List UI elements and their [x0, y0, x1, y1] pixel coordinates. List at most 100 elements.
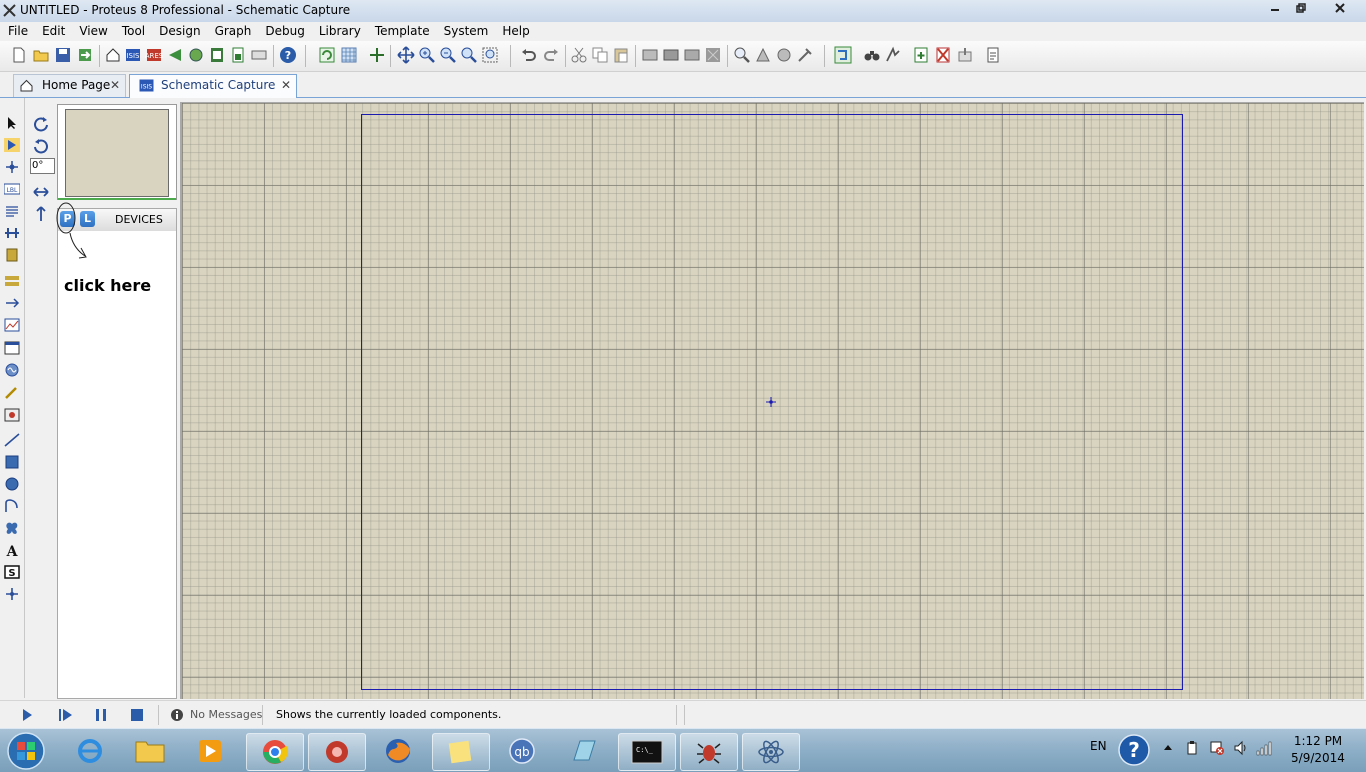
- graph-mode-icon[interactable]: [4, 318, 20, 332]
- close-tab-icon[interactable]: ✕: [110, 75, 120, 96]
- bill-of-materials-icon[interactable]: [208, 46, 226, 64]
- mirror-horizontal-icon[interactable]: [33, 186, 49, 198]
- taskbar-media-player[interactable]: [182, 733, 238, 769]
- gerber-viewer-icon[interactable]: [166, 46, 184, 64]
- block-move-icon[interactable]: [662, 46, 680, 64]
- signal-strength-icon[interactable]: [1256, 740, 1272, 756]
- marker-tool-icon[interactable]: [4, 587, 20, 601]
- menu-debug[interactable]: Debug: [257, 22, 310, 38]
- new-file-icon[interactable]: [10, 46, 28, 64]
- taskbar-internet-explorer[interactable]: [62, 733, 118, 769]
- box-tool-icon[interactable]: [4, 455, 20, 469]
- help-icon[interactable]: ?: [279, 46, 297, 64]
- taskbar-chrome[interactable]: [246, 733, 304, 771]
- make-device-icon[interactable]: [754, 46, 772, 64]
- buses-icon[interactable]: [4, 226, 20, 240]
- menu-help[interactable]: Help: [494, 22, 535, 38]
- import-icon[interactable]: [76, 46, 94, 64]
- network-icon[interactable]: [1209, 740, 1225, 756]
- open-folder-icon[interactable]: [32, 46, 50, 64]
- close-window-button[interactable]: [1320, 1, 1360, 19]
- zoom-area-icon[interactable]: [481, 46, 499, 64]
- action-center-icon[interactable]: [1185, 740, 1199, 756]
- menu-tool[interactable]: Tool: [114, 22, 151, 38]
- design-notes-icon[interactable]: [984, 46, 1002, 64]
- junction-dot-icon[interactable]: [4, 160, 20, 174]
- tab-schematic-capture[interactable]: ISIS Schematic Capture ✕: [129, 74, 297, 98]
- packaging-tool-icon[interactable]: [775, 46, 793, 64]
- taskbar-bug-app[interactable]: [680, 733, 738, 771]
- menu-design[interactable]: Design: [151, 22, 206, 38]
- save-icon[interactable]: [54, 46, 72, 64]
- zoom-out-icon[interactable]: [439, 46, 457, 64]
- toggle-grid-icon[interactable]: [340, 46, 358, 64]
- remove-sheet-icon[interactable]: [934, 46, 952, 64]
- block-rotate-icon[interactable]: [683, 46, 701, 64]
- search-tag-icon[interactable]: [863, 46, 881, 64]
- block-copy-icon[interactable]: [641, 46, 659, 64]
- design-explorer-icon[interactable]: [187, 46, 205, 64]
- pcb-layout-icon[interactable]: ARES: [145, 46, 163, 64]
- pause-icon[interactable]: [94, 708, 108, 722]
- close-tab-icon[interactable]: ✕: [281, 75, 291, 96]
- rotation-angle-input[interactable]: 0°: [30, 158, 55, 174]
- refresh-icon[interactable]: [318, 46, 336, 64]
- text-script-icon[interactable]: [4, 204, 20, 218]
- show-hidden-icons-icon[interactable]: [1163, 743, 1173, 751]
- taskbar-app-blue[interactable]: [556, 733, 612, 769]
- taskbar-qbittorrent[interactable]: qb: [494, 733, 550, 769]
- block-delete-icon[interactable]: [704, 46, 722, 64]
- exit-to-parent-icon[interactable]: [956, 46, 974, 64]
- virtual-instruments-icon[interactable]: [4, 408, 20, 422]
- voltage-probe-icon[interactable]: [4, 386, 20, 400]
- home-page-icon[interactable]: [104, 46, 122, 64]
- menu-template[interactable]: Template: [367, 22, 436, 38]
- taskbar-sticky-notes[interactable]: [432, 733, 490, 771]
- origin-icon[interactable]: [368, 46, 386, 64]
- play-icon[interactable]: [20, 708, 34, 722]
- undo-icon[interactable]: [520, 46, 538, 64]
- wire-label-icon[interactable]: LBL: [4, 182, 20, 196]
- pan-icon[interactable]: [397, 46, 415, 64]
- component-mode-icon[interactable]: [4, 138, 20, 152]
- zoom-in-icon[interactable]: [418, 46, 436, 64]
- wire-autorouter-icon[interactable]: [834, 46, 852, 64]
- device-pins-icon[interactable]: [4, 296, 20, 310]
- copy-icon[interactable]: [591, 46, 609, 64]
- minimize-button[interactable]: [1263, 1, 1287, 19]
- arc-tool-icon[interactable]: [4, 499, 20, 513]
- generator-mode-icon[interactable]: [4, 363, 20, 377]
- cut-icon[interactable]: [570, 46, 588, 64]
- menu-graph[interactable]: Graph: [207, 22, 258, 38]
- start-button-icon[interactable]: [6, 731, 46, 771]
- tape-recorder-icon[interactable]: [4, 341, 20, 355]
- language-indicator[interactable]: EN: [1090, 739, 1107, 753]
- step-icon[interactable]: [58, 708, 74, 722]
- system-clock[interactable]: 1:12 PM 5/9/2014: [1278, 733, 1358, 767]
- taskbar-proteus[interactable]: [308, 733, 366, 771]
- text-tool-icon[interactable]: A: [4, 543, 20, 557]
- tab-home-page[interactable]: Home Page ✕: [13, 74, 126, 97]
- path-tool-icon[interactable]: [4, 521, 20, 535]
- property-assignment-icon[interactable]: [884, 46, 902, 64]
- visual-designer-icon[interactable]: [250, 46, 268, 64]
- terminals-icon[interactable]: [4, 274, 20, 288]
- messages-status[interactable]: No Messages: [190, 708, 262, 721]
- taskbar-atom-app[interactable]: [742, 733, 800, 771]
- pick-parts-icon[interactable]: [733, 46, 751, 64]
- restore-button[interactable]: [1289, 1, 1313, 19]
- zoom-all-icon[interactable]: [460, 46, 478, 64]
- redo-icon[interactable]: [542, 46, 560, 64]
- volume-icon[interactable]: [1233, 740, 1249, 756]
- line-tool-icon[interactable]: [4, 433, 20, 447]
- rotate-clockwise-icon[interactable]: [33, 116, 49, 132]
- menu-file[interactable]: File: [0, 22, 34, 38]
- help-support-icon[interactable]: ?: [1117, 733, 1151, 767]
- taskbar-firefox[interactable]: [370, 733, 426, 769]
- paste-icon[interactable]: [612, 46, 630, 64]
- menu-library[interactable]: Library: [311, 22, 367, 38]
- decompose-icon[interactable]: [796, 46, 814, 64]
- symbol-tool-icon[interactable]: S: [4, 565, 20, 579]
- selection-mode-icon[interactable]: [4, 116, 20, 130]
- mirror-vertical-icon[interactable]: [35, 206, 47, 222]
